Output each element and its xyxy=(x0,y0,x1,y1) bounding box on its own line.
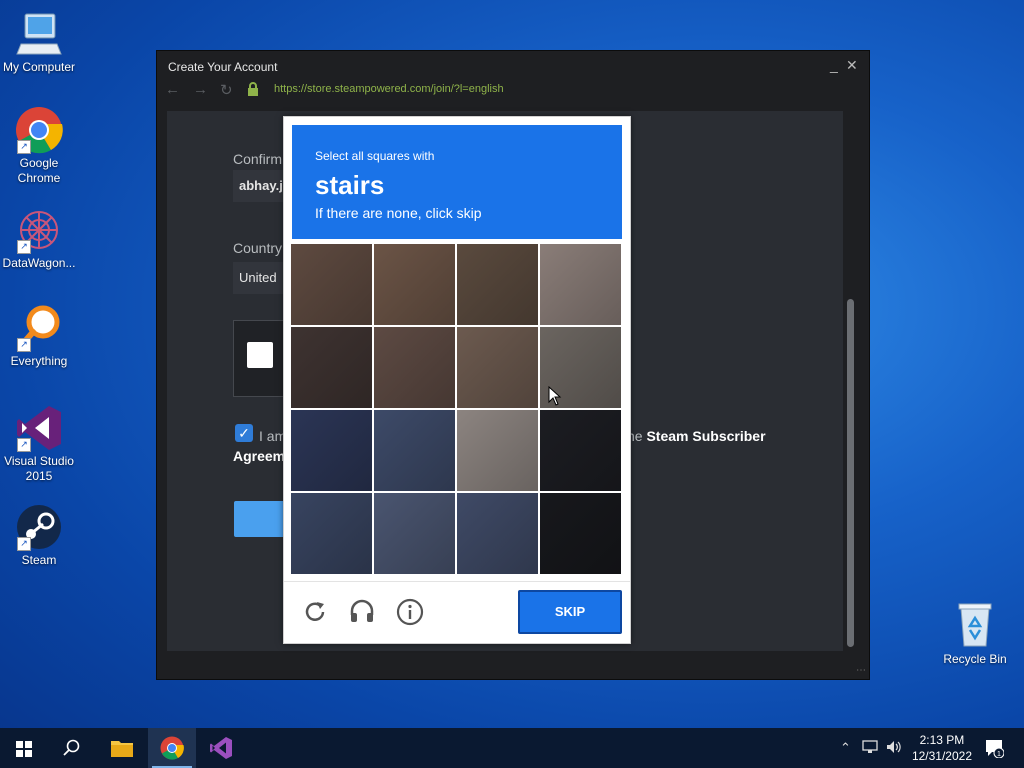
subscriber-agreement-link[interactable]: Steam Subscriber xyxy=(646,428,765,444)
agreement-link-continued[interactable]: Agreem xyxy=(233,448,285,464)
captcha-prompt: Select all squares with stairs If there … xyxy=(292,125,622,239)
captcha-tile[interactable] xyxy=(457,327,538,408)
scrollbar-thumb[interactable] xyxy=(847,299,854,647)
desktop-icon-everything[interactable]: ↗ Everything xyxy=(0,304,78,369)
start-button[interactable] xyxy=(0,728,48,768)
desktop-icon-recycle-bin[interactable]: Recycle Bin xyxy=(940,600,1010,666)
desktop-icon-google-chrome[interactable]: ↗ Google Chrome xyxy=(0,106,78,186)
reload-icon[interactable]: ↻ xyxy=(220,81,233,99)
captcha-tile[interactable] xyxy=(540,493,621,574)
captcha-tile[interactable] xyxy=(374,493,455,574)
taskbar-chrome[interactable] xyxy=(148,728,196,768)
captcha-tile[interactable] xyxy=(291,327,372,408)
chrome-icon xyxy=(160,736,184,760)
forward-arrow-icon[interactable]: → xyxy=(193,81,208,98)
mouse-cursor-icon xyxy=(548,385,562,411)
captcha-image-grid xyxy=(291,244,621,574)
skip-button[interactable]: SKIP xyxy=(518,590,622,634)
minimize-button[interactable]: _ xyxy=(830,57,838,73)
steam-icon: ↗ xyxy=(15,503,63,551)
taskbar-file-explorer[interactable] xyxy=(98,728,146,768)
captcha-tile[interactable] xyxy=(291,493,372,574)
taskbar-visual-studio[interactable] xyxy=(197,728,245,768)
agree-checkbox[interactable]: ✓ xyxy=(235,424,253,442)
captcha-tile[interactable] xyxy=(457,244,538,325)
audio-challenge-icon[interactable] xyxy=(347,597,377,627)
captcha-instruction: Select all squares with xyxy=(315,149,435,163)
datawagon-icon: ↗ xyxy=(15,206,63,254)
close-button[interactable]: ✕ xyxy=(846,57,858,74)
country-label: Country xyxy=(233,240,283,256)
desktop-icon-datawagon[interactable]: ↗ DataWagon... xyxy=(0,206,78,271)
search-icon xyxy=(63,739,80,756)
taskbar: ⌃ 2:13 PM 12/31/2022 1 xyxy=(0,728,1024,768)
shortcut-arrow-icon: ↗ xyxy=(17,537,31,551)
desktop-icon-my-computer[interactable]: My Computer xyxy=(0,10,78,75)
captcha-hint: If there are none, click skip xyxy=(315,205,482,221)
desktop-icon-label: Visual Studio 2015 xyxy=(4,454,74,483)
info-icon[interactable] xyxy=(395,597,425,627)
shortcut-arrow-icon: ↗ xyxy=(17,240,31,254)
captcha-tile[interactable] xyxy=(540,244,621,325)
captcha-footer-divider xyxy=(284,581,630,582)
captcha-tile[interactable] xyxy=(457,410,538,491)
clock-date: 12/31/2022 xyxy=(911,749,972,763)
captcha-tile[interactable] xyxy=(457,493,538,574)
window-title: Create Your Account xyxy=(168,60,278,74)
captcha-tile[interactable] xyxy=(374,327,455,408)
captcha-tile[interactable] xyxy=(291,244,372,325)
shortcut-arrow-icon: ↗ xyxy=(17,140,31,154)
computer-icon xyxy=(15,10,63,58)
windows-logo-icon xyxy=(16,741,32,757)
desktop-icon-label: My Computer xyxy=(2,60,76,74)
clock-time: 2:13 PM xyxy=(919,733,965,747)
scrollbar[interactable] xyxy=(846,111,855,651)
recycle-bin-icon xyxy=(953,600,997,648)
show-hidden-icons-chevron-icon[interactable]: ⌃ xyxy=(840,740,851,756)
agree-text-suffix: he Steam Subscriber xyxy=(627,428,766,444)
visual-studio-icon: ↗ xyxy=(15,404,63,452)
lock-icon xyxy=(247,82,259,96)
agree-text-line2: Agreem xyxy=(233,448,285,464)
search-button[interactable] xyxy=(48,728,96,768)
notifications-icon[interactable]: 1 xyxy=(984,738,1005,763)
desktop-icon-label: Steam xyxy=(21,553,57,567)
captcha-tile[interactable] xyxy=(291,410,372,491)
taskbar-clock[interactable]: 2:13 PM 12/31/2022 xyxy=(912,732,972,764)
shortcut-arrow-icon: ↗ xyxy=(17,338,31,352)
captcha-tile[interactable] xyxy=(374,410,455,491)
desktop-icon-label: DataWagon... xyxy=(2,256,76,270)
browser-navbar: ← → ↻ https://store.steampowered.com/joi… xyxy=(157,79,869,101)
desktop-icon-label: Google Chrome xyxy=(17,156,61,185)
window-titlebar[interactable]: Create Your Account _ ✕ xyxy=(157,51,869,79)
desktop-icon-visual-studio[interactable]: ↗ Visual Studio 2015 xyxy=(0,404,78,484)
resize-grip-icon[interactable]: ⋯ xyxy=(856,665,866,676)
back-arrow-icon[interactable]: ← xyxy=(165,81,180,98)
volume-icon[interactable] xyxy=(886,740,902,757)
visual-studio-icon xyxy=(210,737,232,759)
recycle-bin-label: Recycle Bin xyxy=(943,652,1007,666)
everything-search-icon: ↗ xyxy=(15,304,63,352)
captcha-tile[interactable] xyxy=(374,244,455,325)
folder-icon xyxy=(111,741,133,757)
shortcut-arrow-icon: ↗ xyxy=(17,438,31,452)
desktop-icon-steam[interactable]: ↗ Steam xyxy=(0,503,78,568)
refresh-icon[interactable] xyxy=(300,597,330,627)
network-icon[interactable] xyxy=(862,740,878,757)
captcha-challenge-popup: Select all squares with stairs If there … xyxy=(283,116,631,644)
chrome-icon: ↗ xyxy=(15,106,63,154)
desktop-icon-label: Everything xyxy=(10,354,68,368)
captcha-target-word: stairs xyxy=(315,170,385,200)
captcha-tile[interactable] xyxy=(540,410,621,491)
svg-text:1: 1 xyxy=(997,751,1001,758)
captcha-checkbox[interactable] xyxy=(247,342,273,368)
confirm-email-label: Confirm xyxy=(233,151,283,167)
url-text[interactable]: https://store.steampowered.com/join/?l=e… xyxy=(274,83,504,95)
